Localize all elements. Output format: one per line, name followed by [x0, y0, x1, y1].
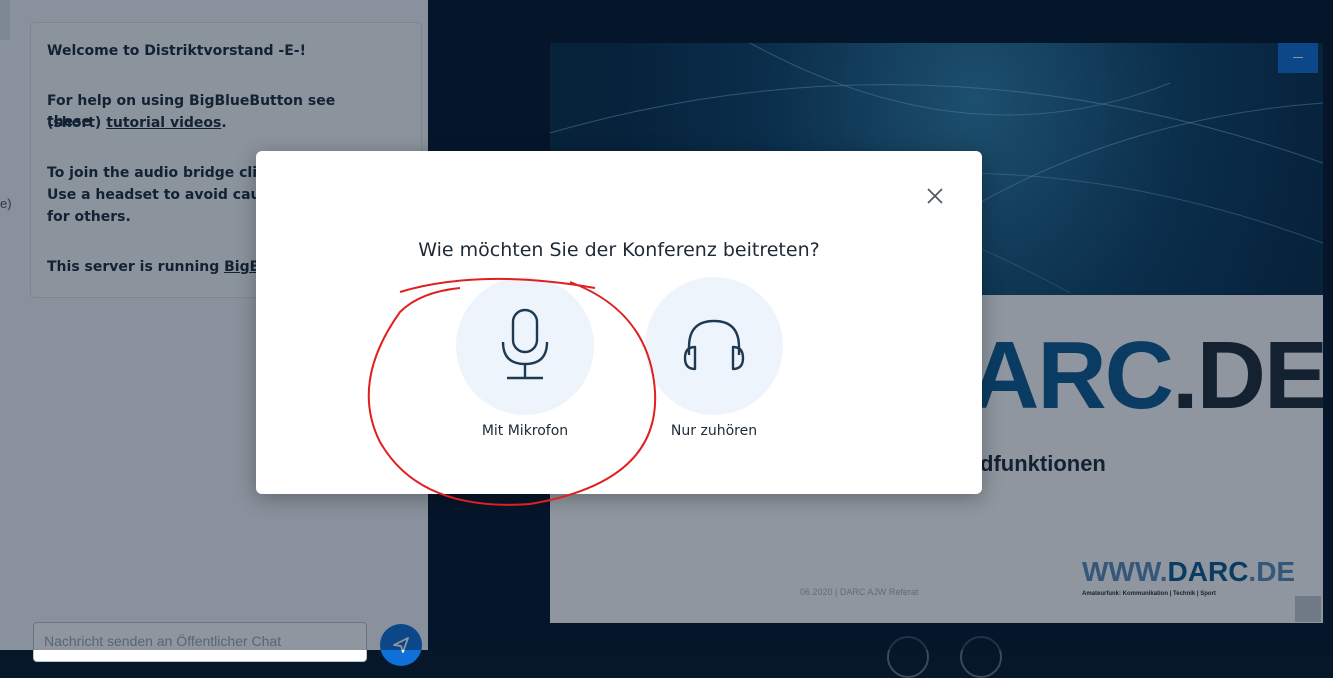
- close-button[interactable]: [920, 181, 950, 211]
- modal-title: Wie möchten Sie der Konferenz beitreten?: [418, 239, 820, 261]
- listen-only-option-circle[interactable]: [645, 277, 783, 415]
- headphones-icon: [683, 319, 745, 371]
- listen-only-option[interactable]: Nur zuhören: [645, 277, 785, 457]
- audio-join-modal: Wie möchten Sie der Konferenz beitreten?…: [256, 151, 982, 494]
- microphone-icon: [501, 308, 549, 380]
- microphone-option-label: Mit Mikrofon: [481, 423, 569, 439]
- microphone-option[interactable]: Mit Mikrofon: [456, 277, 596, 457]
- close-icon: [927, 188, 943, 204]
- listen-only-option-label: Nur zuhören: [670, 423, 758, 439]
- microphone-option-circle[interactable]: [456, 277, 594, 415]
